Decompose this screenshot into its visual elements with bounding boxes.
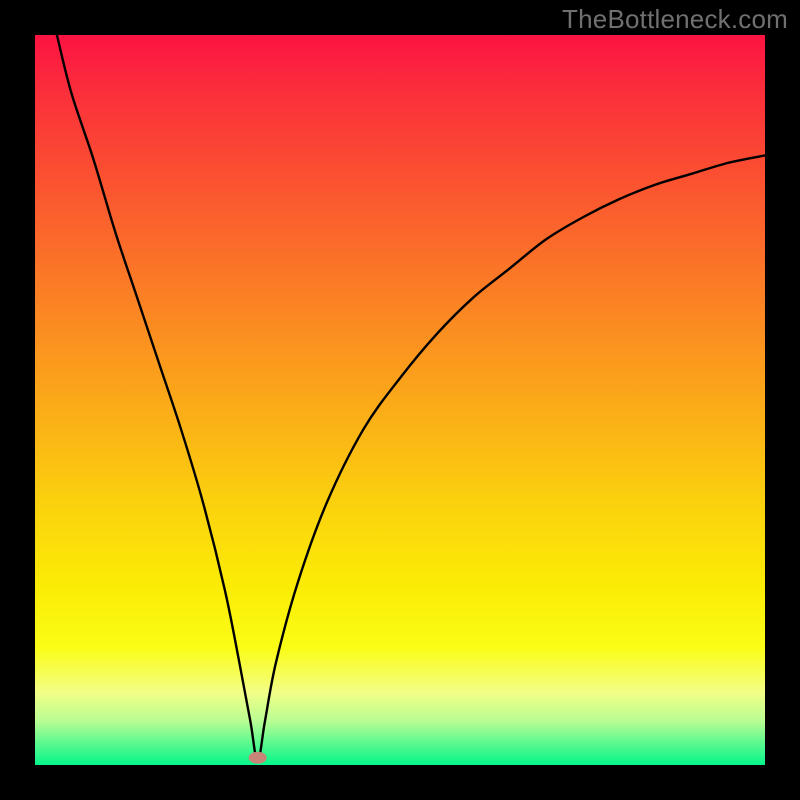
plot-area xyxy=(35,35,765,765)
chart-frame: TheBottleneck.com xyxy=(0,0,800,800)
curve-layer xyxy=(35,35,765,765)
watermark-text: TheBottleneck.com xyxy=(562,4,788,35)
curve-path xyxy=(57,35,765,761)
min-marker xyxy=(249,752,267,764)
